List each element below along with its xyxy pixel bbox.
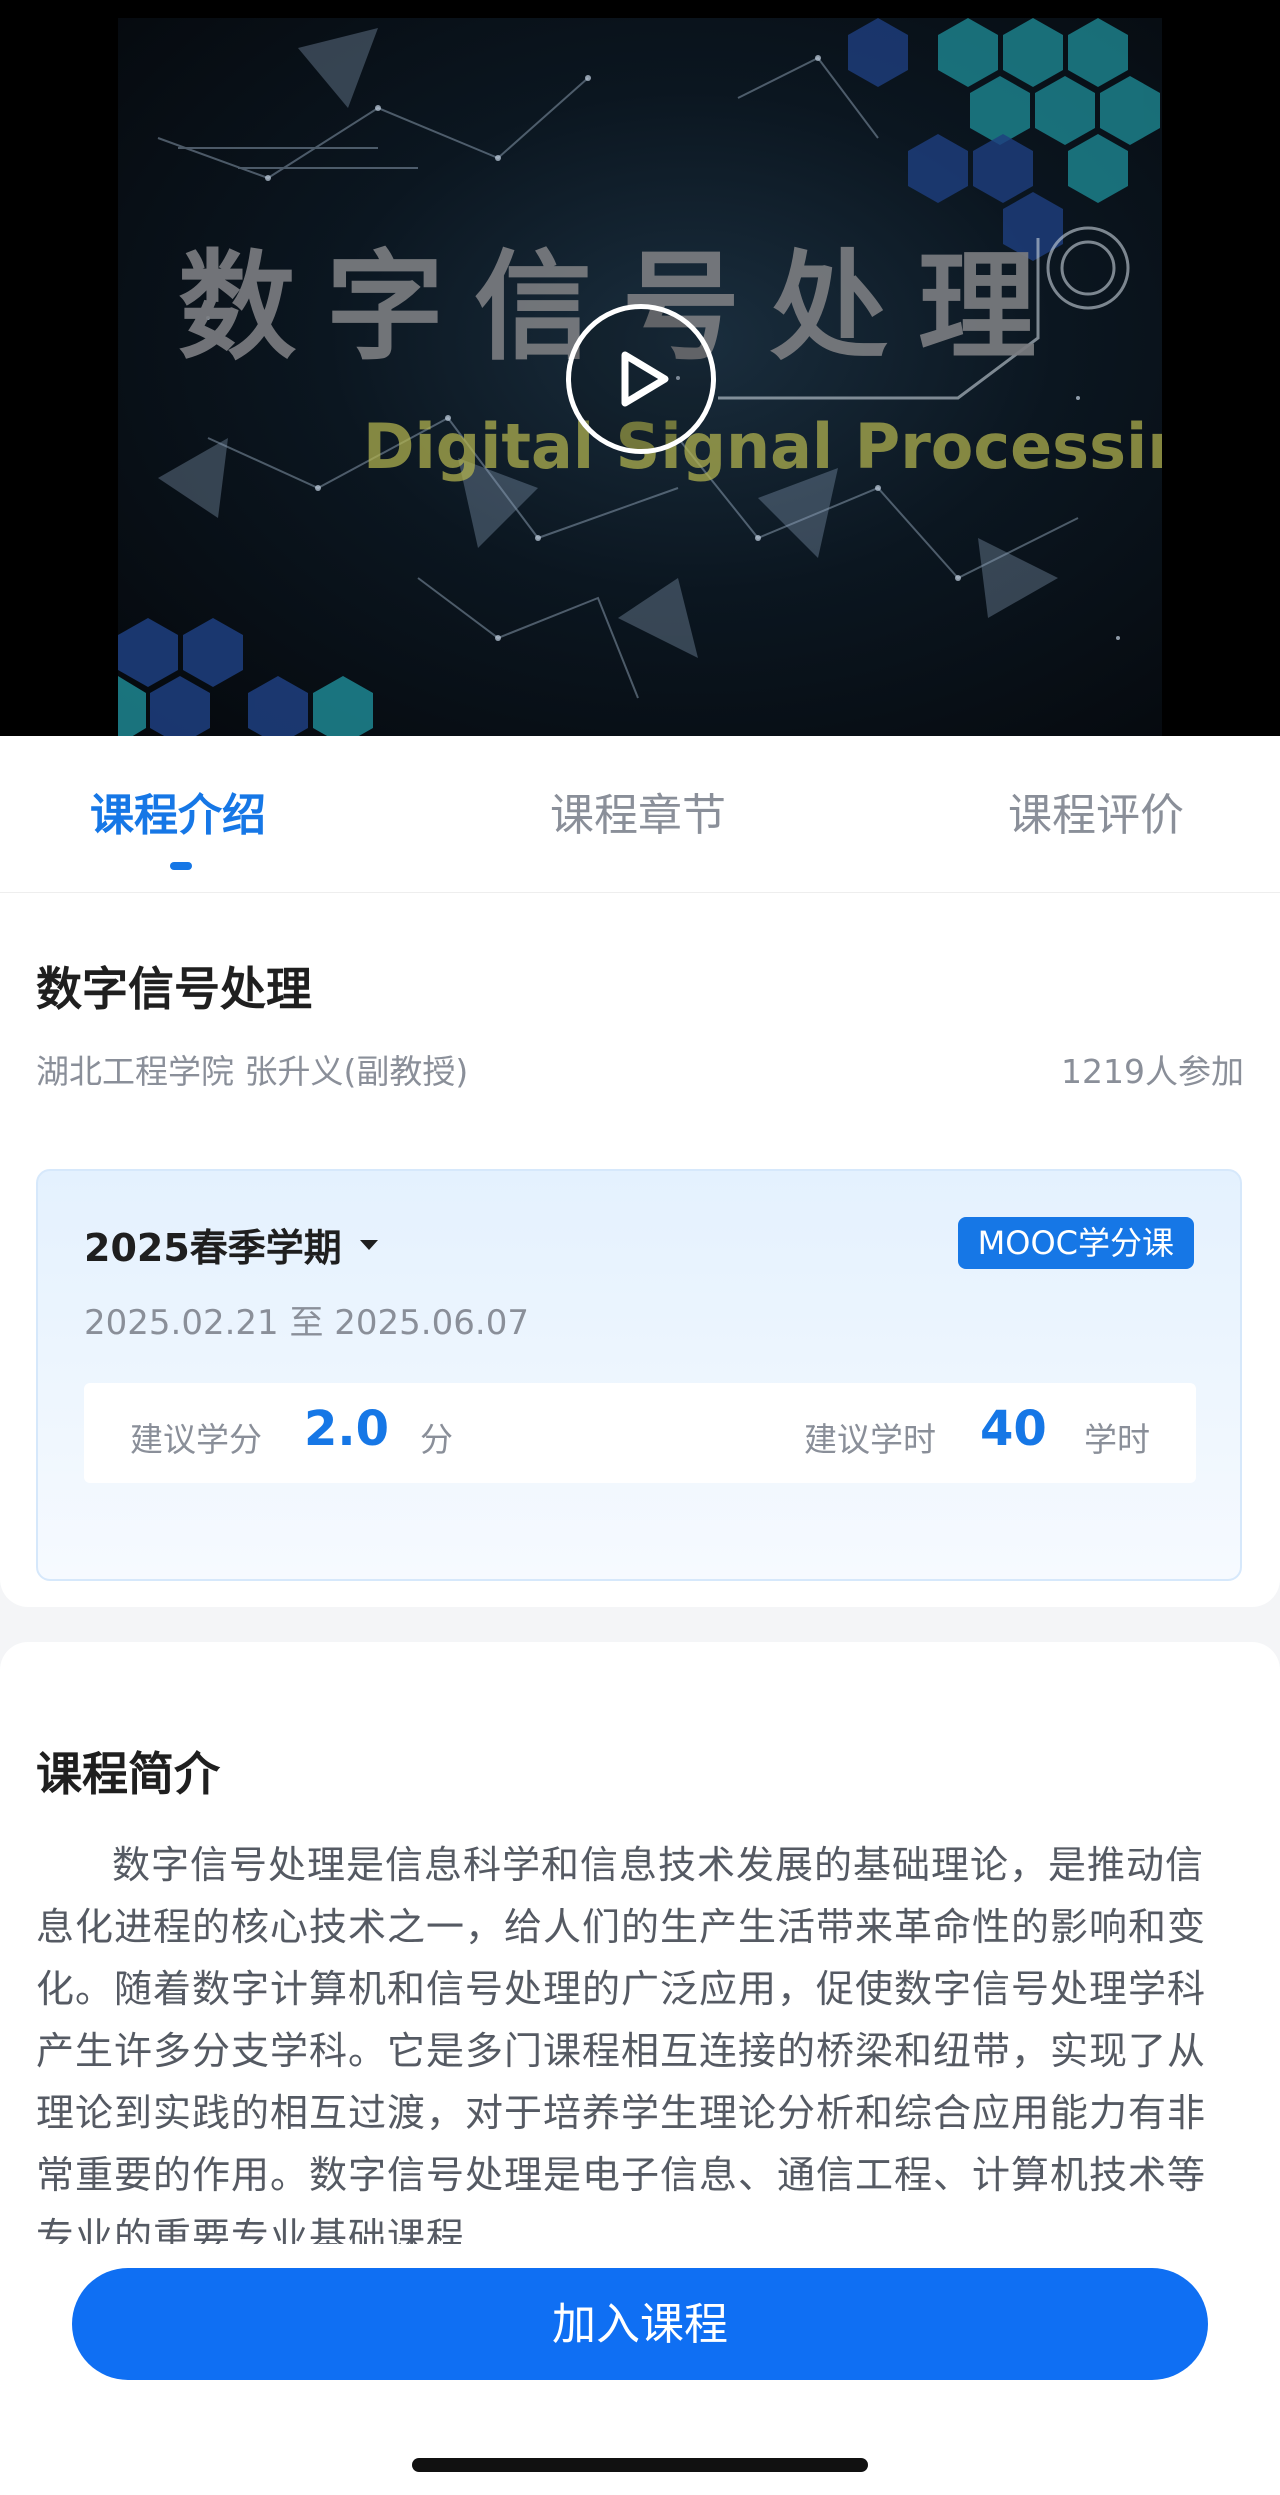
hours-label: 建议学时 [804,1420,936,1459]
mooc-credit-badge: MOOC学分课 [957,1217,1194,1269]
video-title-en: Digital Signal Processing [363,410,1162,483]
intro-text-container: 数字信号处理是信息科学和信息技术发展的基础理论，是推动信息化进程的核心技术之一，… [36,1834,1242,2244]
active-tab-indicator [170,862,192,870]
tab-course-chapters[interactable]: 课程章节 [550,786,726,846]
school-teacher: 湖北工程学院 张升义(副教授) [36,1052,469,1091]
semester-date-range: 2025.02.21 至 2025.06.07 [84,1303,529,1343]
play-button[interactable] [566,304,716,454]
video-player[interactable]: 数字信号处理 Digital Signal Processing [0,0,1280,736]
course-info-card: 数字信号处理 湖北工程学院 张升义(副教授) 1219人参加 2025春季学期 … [0,893,1280,1607]
tab-course-reviews[interactable]: 课程评价 [1008,786,1184,846]
intro-heading: 课程简介 [36,1747,220,1801]
join-course-button[interactable]: 加入课程 [72,2268,1208,2380]
semester-card: 2025春季学期 MOOC学分课 2025.02.21 至 2025.06.07… [36,1169,1242,1581]
credit-unit: 分 [420,1420,453,1459]
hours-unit: 学时 [1084,1420,1150,1459]
course-detail-page: 数字信号处理 Digital Signal Processing 课程介绍 课程… [0,0,1280,2495]
semester-dropdown[interactable]: 2025春季学期 [84,1217,378,1272]
credit-label: 建议学分 [130,1420,262,1459]
caret-down-icon [359,1239,378,1250]
credit-value: 2.0 [304,1401,390,1457]
credit-hours-row: 建议学分 2.0 分 建议学时 40 学时 [84,1383,1196,1483]
play-icon [621,351,669,407]
semester-name: 2025春季学期 [84,1226,342,1270]
course-title: 数字信号处理 [36,962,312,1016]
tab-bar: 课程介绍 课程章节 课程评价 [0,736,1280,893]
intro-text: 数字信号处理是信息科学和信息技术发展的基础理论，是推动信息化进程的核心技术之一，… [36,1843,1207,2244]
participant-count: 1219人参加 [1061,1052,1244,1091]
tab-course-intro[interactable]: 课程介绍 [90,786,266,846]
home-indicator [412,2458,868,2472]
hours-value: 40 [980,1401,1047,1457]
